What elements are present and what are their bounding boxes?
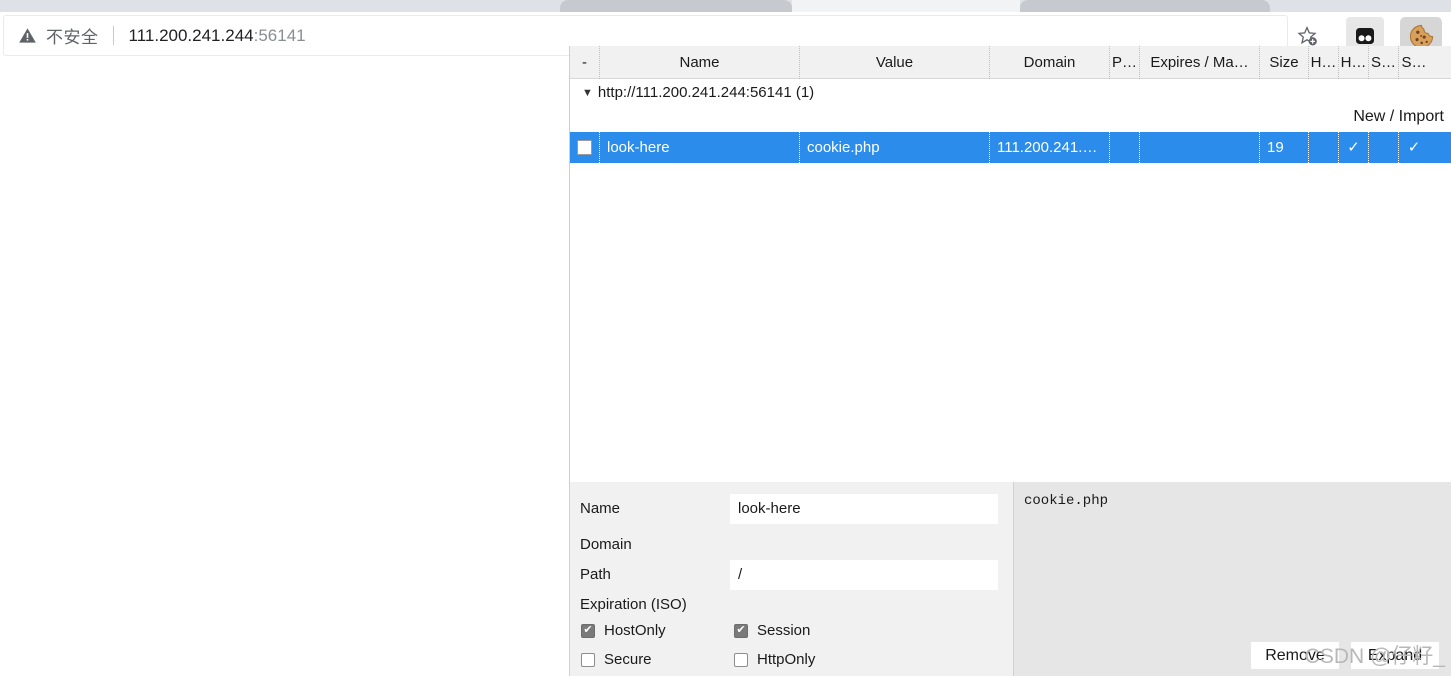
cookie-group-url: http://111.200.241.244:56141 (1)	[597, 84, 815, 101]
column-header[interactable]: Domain	[990, 46, 1110, 79]
checkmark-icon: ✔	[734, 623, 748, 638]
tab-strip-filler	[792, 0, 1020, 12]
cookie-detail-area: Name Domain Path Expiration (ISO) ✔ Host…	[570, 481, 1451, 676]
checkbox-empty-icon: ✔	[734, 652, 748, 667]
table-cell-session[interactable]: ✓	[1399, 132, 1429, 163]
table-cell-secure[interactable]	[1369, 132, 1399, 163]
table-cell-value[interactable]: cookie.php	[800, 132, 990, 163]
table-row[interactable]: look-here cookie.php 111.200.241.… 19 ✓ ✓	[570, 132, 1451, 163]
session-checkbox[interactable]: ✔ Session	[734, 622, 810, 639]
column-header[interactable]: Name	[600, 46, 800, 79]
browser-tab[interactable]	[1020, 0, 1270, 12]
expand-button[interactable]: Expand	[1351, 642, 1439, 669]
column-header[interactable]: Value	[800, 46, 990, 79]
httponly-label: HttpOnly	[757, 651, 816, 668]
domain-input[interactable]	[730, 529, 998, 560]
cookie-value-text[interactable]: cookie.php	[1024, 493, 1439, 509]
cookie-editor-panel: - Name Value Domain P… Expires / Ma… Size H… H… S…	[569, 46, 1451, 676]
column-header[interactable]: -	[570, 46, 600, 79]
table-cell-expires[interactable]	[1140, 132, 1260, 163]
url-port: :56141	[253, 25, 306, 45]
table-cell-path[interactable]	[1110, 132, 1140, 163]
cookie-value-pane: cookie.php Remove Expand	[1014, 482, 1451, 676]
chevron-down-icon[interactable]: ▼	[582, 87, 593, 99]
checkbox-empty-icon: ✔	[581, 652, 595, 667]
path-label: Path	[580, 566, 611, 583]
table-cell-domain[interactable]: 111.200.241.…	[990, 132, 1110, 163]
tab-strip	[0, 0, 1451, 12]
hostonly-label: HostOnly	[604, 622, 666, 639]
column-header[interactable]: S…	[1399, 46, 1429, 79]
table-cell-size[interactable]: 19	[1260, 132, 1309, 163]
table-cell-host-only[interactable]: ✓	[1339, 132, 1369, 163]
remove-button[interactable]: Remove	[1251, 642, 1339, 669]
column-header[interactable]: Size	[1260, 46, 1309, 79]
cookie-table-header: - Name Value Domain P… Expires / Ma… Size H… H… S…	[570, 46, 1451, 79]
security-status-label: 不安全	[46, 28, 99, 47]
table-cell-http-only[interactable]	[1309, 132, 1339, 163]
form-row-name: Name	[570, 492, 1014, 525]
cookie-list-empty-area	[570, 163, 1451, 481]
form-row-domain: Domain	[570, 528, 1014, 561]
new-import-link[interactable]: New / Import	[1353, 108, 1444, 126]
column-header[interactable]: P…	[1110, 46, 1140, 79]
session-label: Session	[757, 622, 811, 639]
url-text: 111.200.241.244:56141	[129, 26, 306, 46]
checkbox-empty-icon	[577, 140, 592, 155]
httponly-checkbox[interactable]: ✔ HttpOnly	[734, 651, 815, 668]
column-header[interactable]: H…	[1339, 46, 1369, 79]
row-select-checkbox[interactable]	[570, 132, 600, 163]
column-header[interactable]: S…	[1369, 46, 1399, 79]
checkbox-row-2: ✔ Secure ✔ HttpOnly	[570, 645, 1014, 674]
form-row-path: Path	[570, 558, 1014, 591]
hostonly-checkbox[interactable]: ✔ HostOnly	[570, 622, 734, 639]
column-header[interactable]: H…	[1309, 46, 1339, 79]
secure-label: Secure	[604, 651, 652, 668]
checkbox-row-1: ✔ HostOnly ✔ Session	[570, 616, 1014, 645]
table-cell-name[interactable]: look-here	[600, 132, 800, 163]
checkmark-icon: ✔	[581, 623, 595, 638]
warning-triangle-icon[interactable]	[17, 26, 37, 46]
name-label: Name	[580, 500, 621, 517]
new-import-row: New / Import	[570, 106, 1451, 134]
cookie-detail-form: Name Domain Path Expiration (ISO) ✔ Host…	[570, 482, 1014, 676]
name-input[interactable]	[730, 493, 998, 524]
browser-tab[interactable]	[560, 0, 792, 12]
omnibox-divider	[112, 26, 114, 45]
cookie-group-row[interactable]: ▼ http://111.200.241.244:56141 (1)	[570, 79, 1451, 106]
secure-checkbox[interactable]: ✔ Secure	[570, 651, 734, 668]
url-host: 111.200.241.244	[128, 25, 254, 45]
domain-label: Domain	[580, 536, 632, 553]
column-header[interactable]: Expires / Ma…	[1140, 46, 1260, 79]
expiration-label: Expiration (ISO)	[580, 596, 687, 613]
path-input[interactable]	[730, 559, 998, 590]
